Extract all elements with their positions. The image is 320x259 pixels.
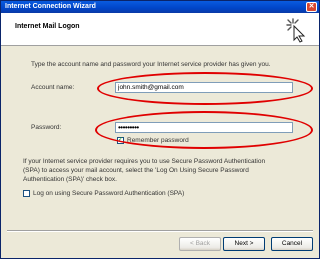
window-title: Internet Connection Wizard [5,3,96,10]
close-icon: ✕ [308,3,315,10]
password-label: Password: [31,124,62,131]
account-name-label: Account name: [31,84,75,91]
highlight-ellipse-password [95,111,313,149]
spa-text-line-1: If your Internet service provider requir… [23,158,266,165]
spa-checkbox-label: Log on using Secure Password Authenticat… [33,190,185,197]
title-bar[interactable]: Internet Connection Wizard ✕ [1,1,319,13]
cancel-button[interactable]: Cancel [271,237,313,251]
wizard-content: Type the account name and password your … [1,46,319,230]
wizard-header: Internet Mail Logon [1,13,319,46]
close-button[interactable]: ✕ [306,2,317,12]
wizard-pointer-icon [286,18,306,43]
spa-text-line-3: Authentication (SPA)' check box. [23,176,117,183]
footer-divider [7,230,313,232]
page-title: Internet Mail Logon [15,23,80,30]
highlight-ellipse-account [97,72,313,105]
intro-text: Type the account name and password your … [31,61,271,68]
wizard-window: Internet Connection Wizard ✕ Internet Ma… [0,0,320,259]
spa-text-line-2: (SPA) to access your mail account, selec… [23,167,249,174]
spa-checkbox[interactable] [23,190,30,197]
next-button[interactable]: Next > [223,237,265,251]
back-button[interactable]: < Back [179,237,221,251]
